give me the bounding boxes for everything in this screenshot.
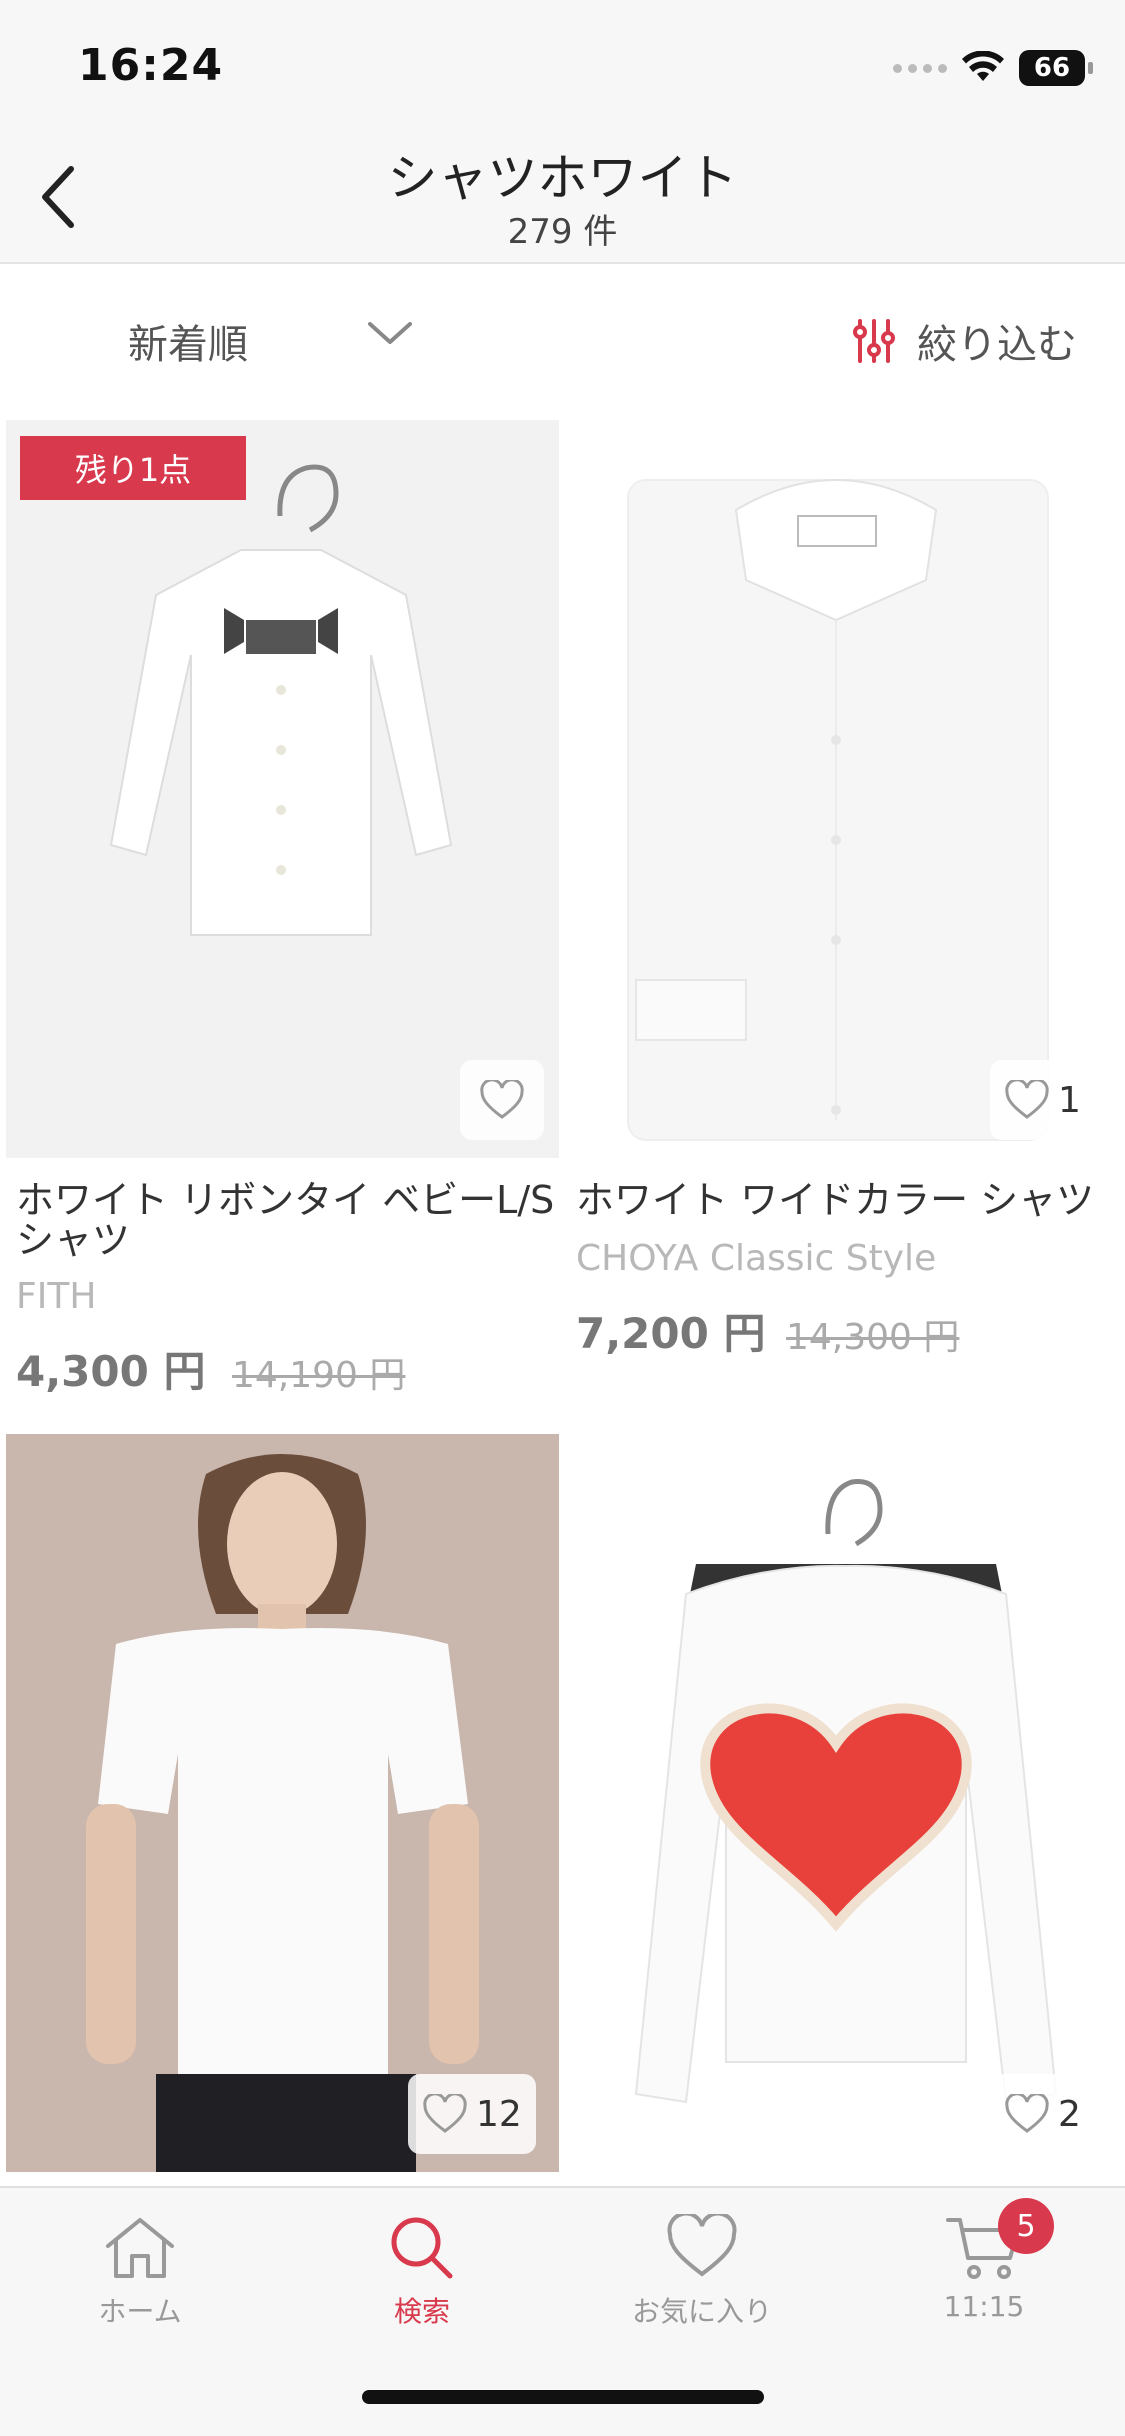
- product-brand: FITH: [16, 1276, 97, 1317]
- product-name: ホワイト ワイドカラー シャツ: [576, 1178, 1095, 1222]
- tab-home-label: ホーム: [98, 2295, 182, 2328]
- favorite-count: 1: [1058, 1079, 1081, 1121]
- heart-icon: [480, 1080, 524, 1119]
- heart-icon: [1005, 2094, 1049, 2133]
- home-indicator: [362, 2390, 764, 2404]
- sort-label: 新着順: [128, 322, 248, 368]
- battery-icon: 66: [1019, 50, 1093, 86]
- model-tshirt-image: [86, 1454, 479, 2172]
- product-brand: CHOYA Classic Style: [576, 1238, 937, 1279]
- favorite-button[interactable]: 2: [990, 2074, 1095, 2154]
- cart-count-badge: 5: [998, 2198, 1054, 2254]
- status-icons: 66: [893, 46, 1093, 90]
- filter-label: 絞り込む: [917, 322, 1077, 368]
- chevron-down-icon: [368, 322, 412, 344]
- heart-icon: [667, 2211, 737, 2277]
- result-count: 279 件: [507, 212, 618, 252]
- heart-longsleeve-image: [634, 1479, 1058, 2104]
- product-image: 残り1点: [6, 420, 559, 1158]
- nav-header: シャツホワイト 279 件: [0, 132, 1125, 264]
- search-icon: [391, 2217, 453, 2279]
- wifi-icon: [962, 51, 1004, 81]
- home-icon: [106, 2218, 174, 2278]
- tab-favorites-label: お気に入り: [631, 2295, 772, 2328]
- product-image: 1: [566, 420, 1119, 1158]
- product-card[interactable]: 1 ホワイト ワイドカラー シャツ CHOYA Classic Style 7,…: [566, 420, 1119, 1358]
- status-time: 16:24: [78, 40, 224, 91]
- product-name: ホワイト リボンタイ ベビーL/Sシャツ: [16, 1178, 555, 1262]
- tab-cart-label: 11:15: [943, 2290, 1025, 2323]
- sort-filter-bar: 新着順 絞り込む: [0, 266, 1125, 416]
- signal-icon: [893, 63, 947, 73]
- heart-icon: [1005, 1080, 1049, 1119]
- dress-shirt-image: [627, 479, 1049, 1141]
- product-image: 2: [566, 1434, 1119, 2172]
- favorite-button[interactable]: [460, 1060, 544, 1140]
- product-image: 12: [6, 1434, 559, 2172]
- page-title: シャツホワイト: [387, 149, 738, 207]
- tab-favorites[interactable]: お気に入り: [602, 2211, 802, 2330]
- filter-sliders-icon: [853, 319, 895, 363]
- product-price: 4,300 円: [16, 1347, 206, 1396]
- sort-dropdown[interactable]: 新着順: [128, 312, 412, 370]
- product-card[interactable]: 2: [566, 1434, 1119, 2172]
- product-original-price: 14,190 円: [232, 1355, 406, 1396]
- product-price: 7,200 円: [576, 1309, 766, 1358]
- favorite-button[interactable]: 1: [990, 1060, 1095, 1140]
- product-card[interactable]: 残り1点 ホワイト リボンタイ ベビーL/Sシャツ FITH 4,300 円 1…: [6, 420, 559, 1396]
- favorite-count: 2: [1058, 2093, 1081, 2135]
- baby-shirt-image: [109, 464, 453, 936]
- tab-search-label: 検索: [393, 2295, 450, 2328]
- tab-home[interactable]: ホーム: [40, 2214, 240, 2330]
- product-card[interactable]: 12: [6, 1434, 559, 2172]
- status-bar: 16:24 66: [0, 0, 1125, 132]
- heart-icon: [423, 2094, 467, 2133]
- stock-badge: 残り1点: [20, 436, 246, 500]
- product-original-price: 14,300 円: [786, 1317, 960, 1358]
- tab-cart[interactable]: 11:15 5: [884, 2198, 1084, 2323]
- favorite-button[interactable]: 12: [408, 2074, 536, 2154]
- favorite-count: 12: [476, 2093, 522, 2135]
- filter-button[interactable]: 絞り込む: [853, 312, 1077, 370]
- tab-search[interactable]: 検索: [322, 2214, 522, 2330]
